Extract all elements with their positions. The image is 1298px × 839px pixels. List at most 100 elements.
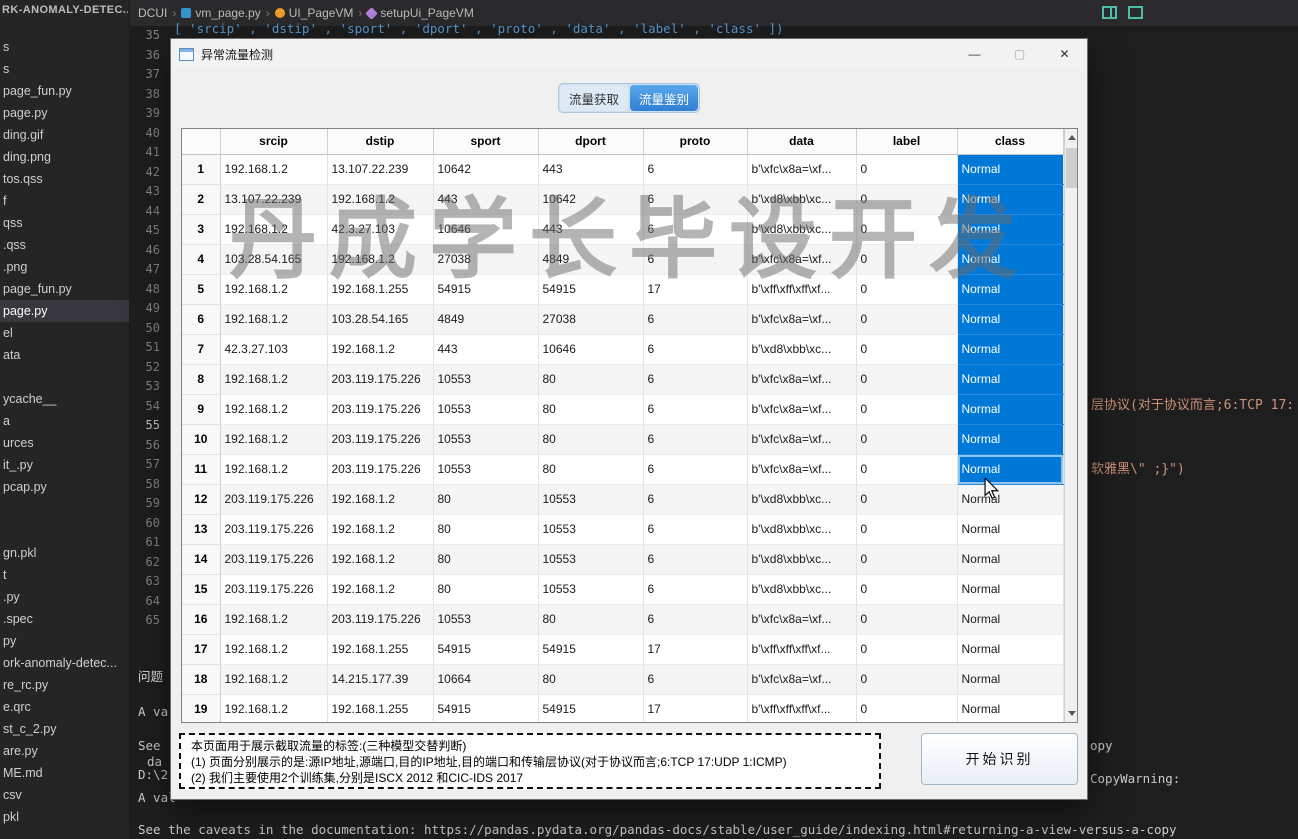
sidebar-item[interactable]: csv [0,784,129,806]
class-cell[interactable]: Normal [957,544,1064,575]
class-cell[interactable]: Normal [957,514,1064,545]
table-cell[interactable]: 203.119.175.226 [327,394,434,425]
class-cell[interactable]: Normal [957,304,1064,335]
table-cell[interactable]: 54915 [433,274,539,305]
table-cell[interactable]: 203.119.175.226 [327,364,434,395]
row-number[interactable]: 1 [182,154,221,185]
sidebar-item[interactable]: a [0,410,129,432]
table-cell[interactable]: 192.168.1.2 [220,634,328,665]
table-cell[interactable]: 10664 [433,664,539,695]
table-cell[interactable]: 6 [643,604,748,635]
table-cell[interactable]: 0 [856,604,958,635]
table-cell[interactable]: 0 [856,184,958,215]
row-number[interactable]: 2 [182,184,221,215]
sidebar-item[interactable]: tos.qss [0,168,129,190]
class-cell[interactable]: Normal [957,694,1064,722]
class-cell[interactable]: Normal [957,244,1064,275]
table-cell[interactable]: 192.168.1.2 [220,664,328,695]
table-cell[interactable]: 6 [643,514,748,545]
sidebar-item[interactable]: qss [0,212,129,234]
class-cell[interactable]: Normal [957,154,1064,185]
table-cell[interactable]: 0 [856,454,958,485]
class-cell[interactable]: Normal [957,394,1064,425]
table-cell[interactable]: 103.28.54.165 [220,244,328,275]
table-cell[interactable]: b'\xff\xff\xff\xf... [747,694,857,722]
row-number[interactable]: 17 [182,634,221,665]
table-cell[interactable]: 10646 [433,214,539,245]
table-cell[interactable]: 203.119.175.226 [327,424,434,455]
column-header[interactable]: sport [433,129,539,155]
table-cell[interactable]: 6 [643,304,748,335]
row-number[interactable]: 13 [182,514,221,545]
class-cell[interactable]: Normal [957,334,1064,365]
breadcrumb-item[interactable]: UI_PageVM [274,6,353,20]
table-cell[interactable]: 0 [856,424,958,455]
table-cell[interactable]: 80 [538,454,644,485]
breadcrumb-item[interactable]: DCUI [138,6,167,20]
tab-traffic-capture[interactable]: 流量获取 [560,85,628,111]
table-cell[interactable]: b'\xd8\xbb\xc... [747,514,857,545]
problems-tab[interactable]: 问题 [138,666,163,685]
table-cell[interactable]: 192.168.1.2 [327,334,434,365]
table-cell[interactable]: b'\xd8\xbb\xc... [747,544,857,575]
sidebar-item[interactable]: it_.py [0,454,129,476]
maximize-button[interactable]: ▢ [997,39,1042,69]
table-cell[interactable]: 192.168.1.2 [327,544,434,575]
table-cell[interactable]: 10642 [538,184,644,215]
sidebar-item[interactable]: ding.gif [0,124,129,146]
class-cell[interactable]: Normal [957,484,1064,515]
table-cell[interactable]: 14.215.177.39 [327,664,434,695]
class-cell[interactable]: Normal [957,664,1064,695]
close-button[interactable]: ✕ [1042,39,1087,69]
table-cell[interactable]: 192.168.1.2 [327,484,434,515]
table-cell[interactable]: 10642 [433,154,539,185]
table-cell[interactable]: 10553 [433,394,539,425]
panel-toggle-icon[interactable] [1128,6,1143,19]
table-cell[interactable]: 192.168.1.2 [220,304,328,335]
sidebar-item[interactable]: .py [0,586,129,608]
table-cell[interactable]: 203.119.175.226 [327,604,434,635]
sidebar-item[interactable]: gn.pkl [0,542,129,564]
table-cell[interactable]: 192.168.1.2 [220,604,328,635]
sidebar-item[interactable]: .png [0,256,129,278]
table-scrollbar[interactable] [1063,129,1077,722]
table-cell[interactable]: 80 [538,604,644,635]
table-cell[interactable]: 192.168.1.2 [327,574,434,605]
class-cell[interactable]: Normal [957,454,1064,485]
table-cell[interactable]: b'\xff\xff\xff\xf... [747,274,857,305]
table-cell[interactable]: b'\xfc\x8a=\xf... [747,394,857,425]
table-cell[interactable]: 10553 [538,574,644,605]
table-cell[interactable]: 192.168.1.2 [220,274,328,305]
row-number[interactable]: 9 [182,394,221,425]
sidebar-item[interactable]: ycache__ [0,388,129,410]
table-cell[interactable]: 192.168.1.2 [220,694,328,722]
table-cell[interactable]: 54915 [538,274,644,305]
table-cell[interactable]: 443 [538,154,644,185]
table-cell[interactable]: 0 [856,664,958,695]
column-header[interactable]: class [957,129,1064,155]
sidebar-item[interactable]: page_fun.py [0,278,129,300]
sidebar-item[interactable]: py [0,630,129,652]
table-cell[interactable]: b'\xd8\xbb\xc... [747,484,857,515]
table-cell[interactable]: 10553 [538,484,644,515]
table-cell[interactable]: 6 [643,364,748,395]
class-cell[interactable]: Normal [957,214,1064,245]
table-cell[interactable]: 54915 [433,694,539,722]
table-cell[interactable]: 42.3.27.103 [220,334,328,365]
table-cell[interactable]: 0 [856,364,958,395]
table-cell[interactable]: 80 [538,664,644,695]
table-cell[interactable]: 6 [643,334,748,365]
start-identify-button[interactable]: 开始识别 [921,733,1078,785]
table-cell[interactable]: 0 [856,394,958,425]
table-cell[interactable]: 203.119.175.226 [220,574,328,605]
table-cell[interactable]: 192.168.1.2 [327,514,434,545]
row-number[interactable]: 10 [182,424,221,455]
breadcrumb-item[interactable]: setupUi_PageVM [365,6,474,20]
table-cell[interactable]: b'\xfc\x8a=\xf... [747,244,857,275]
table-cell[interactable]: 27038 [433,244,539,275]
sidebar-item[interactable]: pkl [0,806,129,828]
sidebar-item[interactable]: s [0,36,129,58]
table-cell[interactable]: 6 [643,424,748,455]
table-cell[interactable]: 192.168.1.2 [220,454,328,485]
table-cell[interactable]: 10553 [433,454,539,485]
